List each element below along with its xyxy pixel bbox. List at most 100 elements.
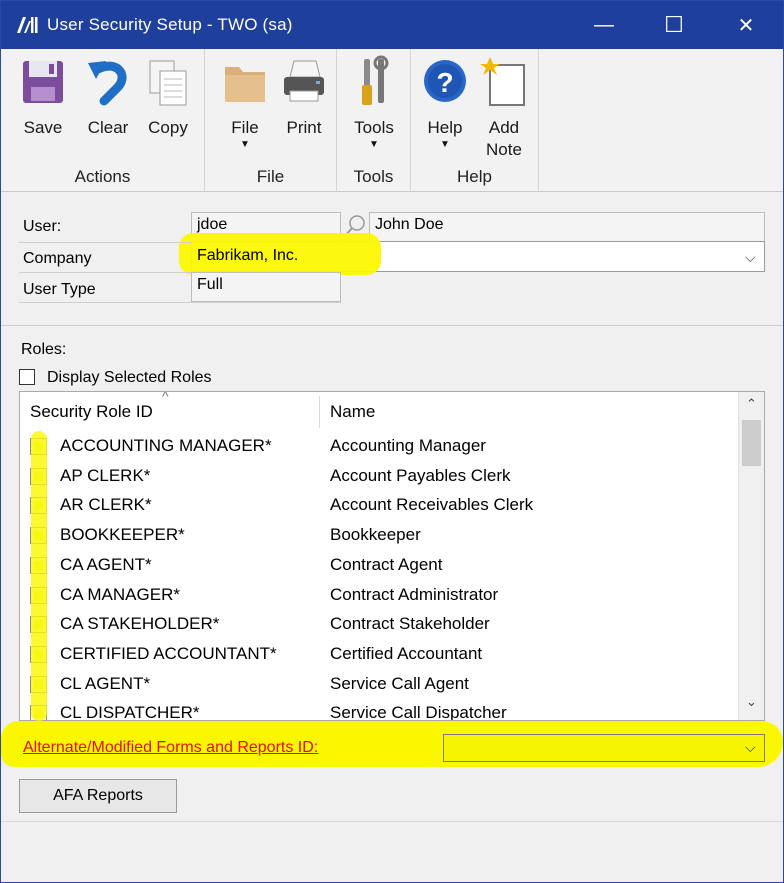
minimize-button[interactable]: — xyxy=(571,1,637,49)
print-button[interactable]: Print xyxy=(277,55,331,139)
folder-icon xyxy=(225,67,265,102)
clear-button[interactable]: Clear xyxy=(81,55,135,139)
role-name-cell: Contract Stakeholder xyxy=(330,614,490,634)
status-bar xyxy=(1,821,783,882)
app-logo-icon xyxy=(17,17,38,33)
tools-icon xyxy=(362,55,389,105)
alternate-forms-link[interactable]: Alternate/Modified Forms and Reports ID: xyxy=(23,739,318,757)
alternate-forms-dropdown[interactable] xyxy=(443,734,765,762)
undo-arrow-icon xyxy=(88,61,127,106)
roles-list: Security Role ID ^ Name ACCOUNTING MANAG… xyxy=(19,391,765,721)
table-row[interactable]: CA STAKEHOLDER* Contract Stakeholder xyxy=(20,610,738,640)
role-name-cell: Account Receivables Clerk xyxy=(330,495,534,515)
table-row[interactable]: CL DISPATCHER* Service Call Dispatcher xyxy=(20,699,738,721)
display-selected-roles-checkbox[interactable] xyxy=(19,369,35,385)
help-icon: ? xyxy=(424,60,466,102)
print-label: Print xyxy=(286,118,322,137)
role-name-cell: Bookkeeper xyxy=(330,525,421,545)
help-menu-button[interactable]: ? Help ▼ xyxy=(419,55,471,151)
svg-text:?: ? xyxy=(436,67,453,98)
chevron-down-icon[interactable]: ⌵ xyxy=(745,249,756,266)
ribbon-group-help: ? Help ▼ Add Note Help xyxy=(411,49,539,192)
ribbon-group-tools: Tools ▼ Tools xyxy=(337,49,411,192)
field-row-divider xyxy=(19,302,341,303)
role-id-cell: ACCOUNTING MANAGER* xyxy=(60,436,272,455)
scroll-up-icon[interactable]: ⌃ xyxy=(746,396,757,412)
chevron-down-icon[interactable]: ⌵ xyxy=(745,739,756,756)
role-id-cell: AP CLERK* xyxy=(60,465,151,485)
user-name-field: John Doe xyxy=(369,212,765,242)
chevron-down-icon: ▼ xyxy=(369,139,379,150)
file-menu-button[interactable]: File ▼ xyxy=(219,55,271,151)
role-id-cell: CL AGENT* xyxy=(60,673,151,693)
add-note-label: Add Note xyxy=(486,118,522,159)
group-label-help: Help xyxy=(457,167,492,186)
table-row[interactable]: ACCOUNTING MANAGER* Accounting Manager xyxy=(20,432,738,462)
company-value: Fabrikam, Inc. xyxy=(197,247,299,264)
group-label-actions: Actions xyxy=(74,167,131,186)
table-row[interactable]: CL AGENT* Service Call Agent xyxy=(20,670,738,700)
company-label: Company xyxy=(23,250,92,267)
ribbon-group-actions: Save Clear Copy Actions xyxy=(1,49,205,192)
add-note-button[interactable]: Add Note xyxy=(477,55,531,161)
roles-label: Roles: xyxy=(21,341,67,358)
role-id-cell: AR CLERK* xyxy=(60,495,152,515)
add-note-icon xyxy=(480,57,525,106)
maximize-button[interactable]: ☐ xyxy=(641,1,707,49)
roles-list-header: Security Role ID ^ Name xyxy=(20,392,738,430)
table-row[interactable]: CA AGENT* Contract Agent xyxy=(20,551,738,581)
field-row-divider xyxy=(19,272,191,273)
scrollbar-thumb[interactable] xyxy=(742,420,761,466)
field-row-divider xyxy=(19,242,191,243)
tools-menu-button[interactable]: Tools ▼ xyxy=(347,55,401,151)
clear-label: Clear xyxy=(87,118,129,137)
role-name-cell: Service Call Agent xyxy=(330,673,469,693)
table-row[interactable]: BOOKKEEPER* Bookkeeper xyxy=(20,521,738,551)
role-name-cell: Account Payables Clerk xyxy=(330,465,511,485)
chevron-down-icon: ▼ xyxy=(240,139,250,150)
tools-label: Tools xyxy=(354,118,394,137)
ribbon: Save Clear Copy Actions File ▼ Print Fil… xyxy=(1,49,783,192)
copy-label: Copy xyxy=(148,118,188,137)
copy-button[interactable]: Copy xyxy=(141,55,195,139)
role-id-cell: CA STAKEHOLDER* xyxy=(60,614,220,634)
role-name-cell: Service Call Dispatcher xyxy=(330,703,507,721)
display-selected-roles-label: Display Selected Roles xyxy=(47,369,212,386)
checkbox-column-highlight xyxy=(31,431,47,721)
group-label-file: File xyxy=(256,167,285,186)
chevron-down-icon: ▼ xyxy=(440,139,450,150)
vertical-scrollbar[interactable]: ⌃ ⌄ xyxy=(738,392,764,720)
scroll-down-icon[interactable]: ⌄ xyxy=(746,694,757,710)
ribbon-group-file: File ▼ Print File xyxy=(205,49,337,192)
copy-icon xyxy=(149,60,187,106)
role-name-cell: Certified Accountant xyxy=(330,643,483,663)
user-security-setup-window: User Security Setup - TWO (sa) — ☐ ✕ Sav… xyxy=(0,0,784,883)
help-label: Help xyxy=(427,118,463,137)
column-header-name[interactable]: Name xyxy=(330,402,375,422)
table-row[interactable]: CA MANAGER* Contract Administrator xyxy=(20,581,738,611)
user-type-field: Full xyxy=(191,272,341,302)
role-id-cell: CA MANAGER* xyxy=(60,584,180,604)
afa-reports-button[interactable]: AFA Reports xyxy=(19,779,177,813)
section-divider xyxy=(1,325,783,326)
save-button[interactable]: Save xyxy=(17,55,69,139)
role-name-cell: Accounting Manager xyxy=(330,436,486,455)
window-title: User Security Setup - TWO (sa) xyxy=(47,15,293,34)
role-id-cell: CA AGENT* xyxy=(60,554,152,574)
table-row[interactable]: AP CLERK* Account Payables Clerk xyxy=(20,462,738,492)
group-label-tools: Tools xyxy=(353,167,394,186)
save-icon xyxy=(23,61,63,103)
role-id-cell: BOOKKEEPER* xyxy=(60,525,185,545)
role-name-cell: Contract Administrator xyxy=(330,584,499,604)
role-name-cell: Contract Agent xyxy=(330,554,443,574)
title-bar: User Security Setup - TWO (sa) — ☐ ✕ xyxy=(1,1,783,49)
file-label: File xyxy=(231,118,259,137)
column-header-security-role-id[interactable]: Security Role ID xyxy=(30,402,153,422)
column-separator[interactable] xyxy=(319,396,320,428)
role-id-cell: CERTIFIED ACCOUNTANT* xyxy=(60,643,277,663)
table-row[interactable]: AR CLERK* Account Receivables Clerk xyxy=(20,491,738,521)
table-row[interactable]: CERTIFIED ACCOUNTANT* Certified Accountan… xyxy=(20,640,738,670)
user-label: User: xyxy=(23,218,62,235)
close-button[interactable]: ✕ xyxy=(713,1,779,49)
user-type-label: User Type xyxy=(23,281,96,298)
